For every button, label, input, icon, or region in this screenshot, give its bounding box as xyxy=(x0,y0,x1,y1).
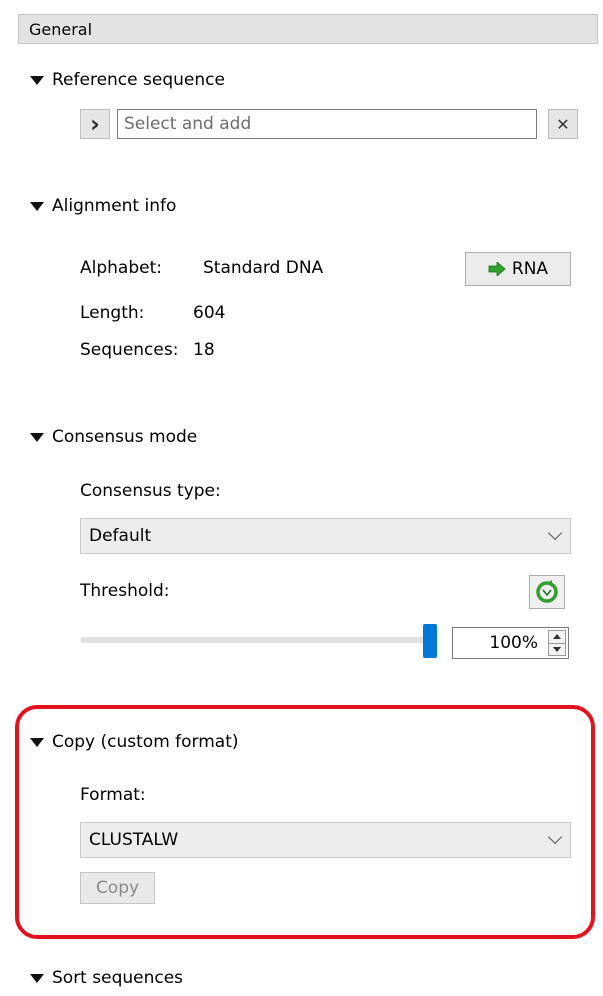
spin-divider xyxy=(549,643,565,644)
length-label: Length: xyxy=(80,303,145,323)
general-header-label: General xyxy=(29,19,93,39)
alphabet-value: Standard DNA xyxy=(203,258,324,278)
expand-triangle-icon xyxy=(30,973,44,983)
expand-triangle-icon xyxy=(30,75,44,85)
rna-button-label: RNA xyxy=(511,259,549,279)
close-icon: ✕ xyxy=(556,114,570,134)
threshold-slider-handle[interactable] xyxy=(423,624,437,658)
reset-icon xyxy=(536,580,558,603)
expand-reference-button[interactable]: › xyxy=(80,109,110,139)
sequences-value: 18 xyxy=(193,340,215,360)
threshold-label: Threshold: xyxy=(80,581,170,601)
general-header: General xyxy=(18,14,598,44)
threshold-slider-track[interactable] xyxy=(80,624,437,658)
spinbox-buttons[interactable] xyxy=(548,630,566,656)
consensus-mode-title: Consensus mode xyxy=(52,427,198,447)
consensus-type-label: Consensus type: xyxy=(80,481,221,501)
consensus-type-value: Default xyxy=(89,526,152,546)
length-value: 604 xyxy=(193,303,226,323)
alphabet-label: Alphabet: xyxy=(80,258,162,278)
sort-sequences-section-header[interactable]: Sort sequences xyxy=(30,968,183,988)
convert-to-rna-button[interactable]: RNA xyxy=(465,252,571,286)
reference-sequence-section-header[interactable]: Reference sequence xyxy=(30,70,225,90)
alignment-info-title: Alignment info xyxy=(52,196,177,216)
reference-sequence-title: Reference sequence xyxy=(52,70,225,90)
alignment-info-section-header[interactable]: Alignment info xyxy=(30,196,176,216)
chevron-down-icon xyxy=(547,525,563,541)
reference-sequence-input[interactable] xyxy=(117,109,537,139)
highlight-box xyxy=(15,705,595,939)
expand-triangle-icon xyxy=(30,432,44,442)
threshold-spinbox-value: 100% xyxy=(489,633,538,653)
sort-sequences-title: Sort sequences xyxy=(52,968,184,988)
consensus-mode-section-header[interactable]: Consensus mode xyxy=(30,427,197,447)
consensus-type-select[interactable]: Default xyxy=(80,518,571,554)
expand-triangle-icon xyxy=(30,201,44,211)
reset-threshold-button[interactable] xyxy=(529,575,565,609)
arrow-right-icon xyxy=(488,262,506,276)
clear-reference-button[interactable]: ✕ xyxy=(548,109,578,139)
threshold-spinbox[interactable]: 100% xyxy=(452,627,569,659)
spin-down-icon[interactable] xyxy=(553,647,561,652)
chevron-right-icon: › xyxy=(90,110,100,138)
spin-up-icon[interactable] xyxy=(553,634,561,639)
sequences-label: Sequences: xyxy=(80,340,179,360)
